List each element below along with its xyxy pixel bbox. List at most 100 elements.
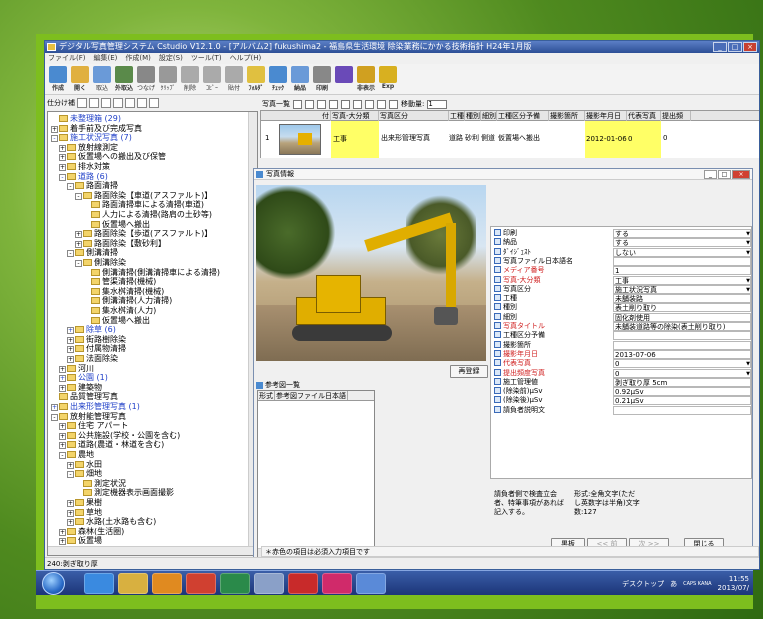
start-button[interactable]	[42, 572, 65, 595]
expand-icon[interactable]: +	[59, 538, 66, 546]
tree-horizontal-scrollbar[interactable]	[48, 546, 257, 555]
column-header[interactable]: 写真区分	[379, 111, 449, 121]
tree-item[interactable]: - 路面清掃	[67, 181, 118, 191]
toolbar-button[interactable]: 開く	[69, 64, 91, 94]
property-field[interactable]: 固化剤使用	[613, 312, 751, 322]
cell-freq[interactable]: 0	[663, 133, 691, 143]
photo-app-icon[interactable]	[254, 573, 284, 594]
table-row[interactable]: 1 工事 出来形管理写真 道路 砂利 側道 仮置場へ搬出 2012-01-06 …	[261, 121, 759, 158]
toolbar-button[interactable]: ｺﾋﾟｰ	[201, 64, 223, 94]
column-header[interactable]: 写真-大分類	[331, 111, 379, 121]
tree-item[interactable]: + 出来形管理写真 (1)	[51, 402, 140, 412]
toolbar-button[interactable]: Exp	[377, 64, 399, 94]
menu-item[interactable]: ツール(T)	[191, 53, 222, 64]
cell-rep[interactable]: 0	[627, 121, 661, 158]
cell-daibunrui[interactable]: 工事	[331, 121, 379, 158]
tree-item[interactable]: + 水路(土水路も含む)	[67, 517, 156, 527]
property-field[interactable]: 0.21μSv	[613, 396, 751, 406]
arrow-up-icon[interactable]	[377, 99, 386, 109]
tree-tool-icon[interactable]	[77, 98, 87, 108]
tree-item[interactable]: + 排水対策	[59, 162, 110, 172]
column-header[interactable]: 種別	[465, 111, 481, 121]
collapse-icon[interactable]: -	[51, 413, 58, 421]
expand-icon[interactable]: +	[59, 442, 66, 450]
tree-item[interactable]: 未整理箱 (29)	[51, 114, 121, 124]
tree-tool-icon[interactable]	[149, 98, 159, 108]
column-header[interactable]: 提出頻	[661, 111, 691, 121]
tree-item[interactable]: - 側溝除染	[75, 258, 126, 268]
arrow-down-icon[interactable]	[389, 99, 398, 109]
tree-item[interactable]: 管渠清掃(機械)	[83, 277, 156, 287]
dialog-maximize-button[interactable]: □	[718, 170, 731, 179]
toolbar-button[interactable]: 納品	[289, 64, 311, 94]
tree-item[interactable]: 集水桝清(人力)	[83, 306, 156, 316]
toolbar-button[interactable]: ﾁｪｯｸ	[267, 64, 289, 94]
expand-icon[interactable]: +	[67, 336, 74, 344]
property-dropdown[interactable]: する	[613, 229, 751, 238]
column-header[interactable]: 参考図ファイル日本語	[275, 391, 348, 400]
tree-item[interactable]: - 農地	[59, 450, 94, 460]
tree-item[interactable]: 側溝清掃(人力清掃)	[83, 296, 172, 306]
tree-item[interactable]: - 畑地	[67, 469, 102, 479]
tree-item[interactable]: + 住宅 アパート	[59, 421, 128, 431]
property-field[interactable]: 剥ぎ取り厚 5cm	[613, 377, 751, 387]
tree-item[interactable]: + 公園 (1)	[59, 373, 108, 383]
column-header[interactable]: 細別	[481, 111, 497, 121]
sort-icon[interactable]	[329, 99, 338, 109]
column-header[interactable]: 工種	[449, 111, 465, 121]
collapse-icon[interactable]: -	[67, 471, 74, 479]
ime-indicator[interactable]: あ	[670, 579, 677, 589]
property-dropdown[interactable]: 工事	[613, 275, 751, 285]
toolbar-button[interactable]: 削除	[179, 64, 201, 94]
tree-item[interactable]: 測定機器表示画面撮影	[75, 488, 174, 498]
property-field[interactable]: 未舗装路	[613, 294, 751, 304]
column-header[interactable]: 工種区分予備	[497, 111, 549, 121]
property-field[interactable]	[613, 331, 751, 341]
property-field[interactable]: 2013-07-06	[613, 349, 751, 359]
toolbar-button[interactable]: 外取込	[113, 64, 135, 94]
tree-item[interactable]: 品質管理写真	[51, 392, 118, 402]
property-field[interactable]	[613, 340, 751, 350]
property-field[interactable]: 0.92μSv	[613, 387, 751, 397]
desktop-toolbar[interactable]: デスクトップ	[622, 579, 664, 589]
view-icon[interactable]	[293, 99, 302, 109]
collapse-icon[interactable]: -	[51, 135, 58, 143]
expand-icon[interactable]: +	[67, 509, 74, 517]
tree-item[interactable]: + 仮置場への搬出及び保管	[59, 152, 166, 162]
collapse-icon[interactable]: -	[75, 260, 82, 267]
property-dropdown[interactable]: 0	[613, 368, 751, 378]
tree-tool-icon[interactable]	[125, 98, 135, 108]
sort-assist-label[interactable]: 仕分け補	[47, 98, 75, 108]
view-icon[interactable]	[305, 99, 314, 109]
property-dropdown[interactable]: する	[613, 238, 751, 248]
minimize-button[interactable]: _	[713, 42, 727, 52]
cell-shubetsu[interactable]: 砂利	[465, 133, 481, 143]
menu-item[interactable]: ヘルプ(H)	[230, 53, 262, 64]
expand-icon[interactable]: +	[59, 375, 66, 383]
column-header[interactable]: 撮影箇所	[549, 111, 585, 121]
tree-item[interactable]: + 道路(農道・林道を含む)	[59, 440, 164, 450]
acrobat-icon[interactable]	[288, 573, 318, 594]
tree-item[interactable]: 路面清掃車による清掃(車道)	[83, 200, 204, 210]
expand-icon[interactable]: +	[59, 154, 66, 162]
property-field[interactable]	[613, 256, 751, 266]
property-field[interactable]: 表土削り取り	[613, 303, 751, 313]
view-icon[interactable]	[353, 99, 362, 109]
tree-item[interactable]: + 除草 (6)	[67, 325, 116, 335]
chrome-icon[interactable]	[186, 573, 216, 594]
cell-koshu[interactable]: 道路	[449, 133, 465, 143]
toolbar-button[interactable]	[333, 64, 355, 94]
cell-yobi[interactable]: 仮置場へ搬出	[498, 133, 548, 143]
re-register-button[interactable]: 再登録	[450, 365, 488, 378]
toolbar-button[interactable]: つなげ	[135, 64, 157, 94]
toolbar-button[interactable]: 取込	[91, 64, 113, 94]
expand-icon[interactable]: +	[59, 365, 66, 373]
expand-icon[interactable]: +	[75, 240, 82, 248]
tree-item[interactable]: - 施工状況写真 (7)	[51, 133, 132, 143]
excavator-photo[interactable]	[256, 185, 486, 361]
tree-tool-icon[interactable]	[113, 98, 123, 108]
expand-icon[interactable]: +	[51, 125, 58, 133]
window-title-bar[interactable]: デジタル写真管理システム Cstudio V12.1.0 - [アルバム2] f…	[45, 41, 759, 53]
collapse-icon[interactable]: -	[67, 183, 74, 191]
tree-item[interactable]: + 付属物清掃	[67, 344, 126, 354]
